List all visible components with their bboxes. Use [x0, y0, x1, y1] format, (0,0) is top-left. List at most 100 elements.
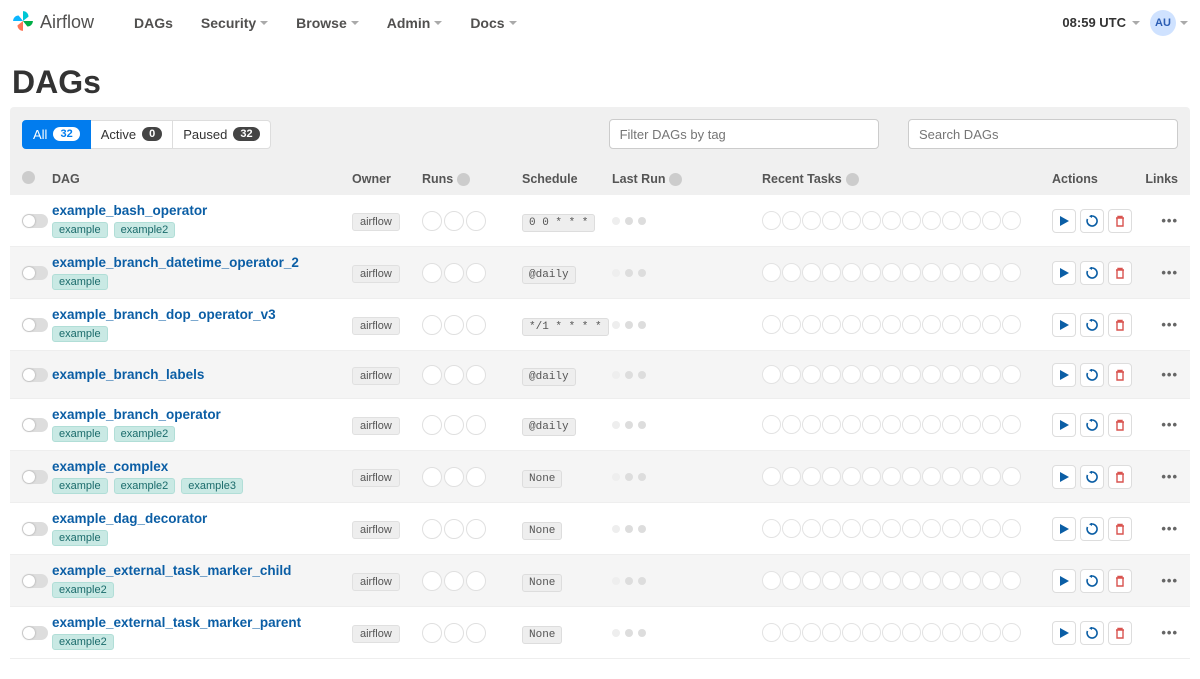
- pause-toggle[interactable]: [22, 318, 48, 332]
- col-last-run[interactable]: Last Run: [612, 172, 762, 186]
- dag-link[interactable]: example_branch_operator: [52, 407, 352, 422]
- schedule-badge[interactable]: @daily: [522, 368, 576, 386]
- trigger-button[interactable]: [1052, 621, 1076, 645]
- dag-tag[interactable]: example3: [181, 478, 243, 494]
- refresh-button[interactable]: [1080, 517, 1104, 541]
- search-input[interactable]: [908, 119, 1178, 149]
- owner-badge[interactable]: airflow: [352, 521, 400, 539]
- schedule-badge[interactable]: @daily: [522, 418, 576, 436]
- trigger-button[interactable]: [1052, 363, 1076, 387]
- dag-link[interactable]: example_dag_decorator: [52, 511, 352, 526]
- delete-button[interactable]: [1108, 621, 1132, 645]
- pause-toggle[interactable]: [22, 418, 48, 432]
- links-menu-icon[interactable]: •••: [1161, 625, 1178, 640]
- col-dag[interactable]: DAG: [52, 172, 352, 186]
- clock[interactable]: 08:59 UTC: [1062, 15, 1140, 30]
- links-menu-icon[interactable]: •••: [1161, 317, 1178, 332]
- dag-tag[interactable]: example: [52, 478, 108, 494]
- delete-button[interactable]: [1108, 517, 1132, 541]
- links-menu-icon[interactable]: •••: [1161, 469, 1178, 484]
- trigger-button[interactable]: [1052, 413, 1076, 437]
- refresh-button[interactable]: [1080, 261, 1104, 285]
- owner-badge[interactable]: airflow: [352, 469, 400, 487]
- delete-button[interactable]: [1108, 465, 1132, 489]
- dag-tag[interactable]: example: [52, 222, 108, 238]
- refresh-button[interactable]: [1080, 569, 1104, 593]
- delete-button[interactable]: [1108, 313, 1132, 337]
- pause-toggle[interactable]: [22, 626, 48, 640]
- dag-tag[interactable]: example2: [114, 478, 176, 494]
- dag-tag[interactable]: example: [52, 326, 108, 342]
- dag-link[interactable]: example_bash_operator: [52, 203, 352, 218]
- owner-badge[interactable]: airflow: [352, 213, 400, 231]
- status-tab-all[interactable]: All32: [22, 120, 91, 149]
- dag-tag[interactable]: example2: [114, 426, 176, 442]
- delete-button[interactable]: [1108, 363, 1132, 387]
- pause-toggle[interactable]: [22, 470, 48, 484]
- refresh-button[interactable]: [1080, 209, 1104, 233]
- dag-tag[interactable]: example2: [52, 582, 114, 598]
- pause-toggle[interactable]: [22, 574, 48, 588]
- nav-item-docs[interactable]: Docs: [456, 3, 530, 43]
- owner-badge[interactable]: airflow: [352, 625, 400, 643]
- refresh-button[interactable]: [1080, 621, 1104, 645]
- trigger-button[interactable]: [1052, 465, 1076, 489]
- delete-button[interactable]: [1108, 209, 1132, 233]
- owner-badge[interactable]: airflow: [352, 417, 400, 435]
- pause-toggle[interactable]: [22, 522, 48, 536]
- tag-filter-input[interactable]: [609, 119, 879, 149]
- nav-item-security[interactable]: Security: [187, 3, 282, 43]
- dag-link[interactable]: example_branch_dop_operator_v3: [52, 307, 352, 322]
- schedule-badge[interactable]: */1 * * * *: [522, 318, 609, 336]
- links-menu-icon[interactable]: •••: [1161, 213, 1178, 228]
- schedule-badge[interactable]: None: [522, 574, 562, 592]
- col-owner[interactable]: Owner: [352, 172, 422, 186]
- refresh-button[interactable]: [1080, 363, 1104, 387]
- dag-tag[interactable]: example: [52, 274, 108, 290]
- schedule-badge[interactable]: 0 0 * * *: [522, 214, 595, 232]
- nav-item-browse[interactable]: Browse: [282, 3, 373, 43]
- refresh-button[interactable]: [1080, 413, 1104, 437]
- owner-badge[interactable]: airflow: [352, 317, 400, 335]
- pause-toggle[interactable]: [22, 266, 48, 280]
- schedule-badge[interactable]: None: [522, 470, 562, 488]
- delete-button[interactable]: [1108, 413, 1132, 437]
- brand-logo[interactable]: Airflow: [12, 10, 94, 35]
- status-tab-active[interactable]: Active0: [91, 120, 174, 149]
- pause-toggle[interactable]: [22, 368, 48, 382]
- dag-link[interactable]: example_branch_labels: [52, 367, 352, 382]
- dag-tag[interactable]: example: [52, 530, 108, 546]
- status-tab-paused[interactable]: Paused32: [173, 120, 270, 149]
- refresh-button[interactable]: [1080, 313, 1104, 337]
- dag-link[interactable]: example_complex: [52, 459, 352, 474]
- col-schedule[interactable]: Schedule: [522, 172, 612, 186]
- links-menu-icon[interactable]: •••: [1161, 521, 1178, 536]
- schedule-badge[interactable]: None: [522, 522, 562, 540]
- delete-button[interactable]: [1108, 569, 1132, 593]
- dag-tag[interactable]: example2: [114, 222, 176, 238]
- trigger-button[interactable]: [1052, 209, 1076, 233]
- links-menu-icon[interactable]: •••: [1161, 573, 1178, 588]
- trigger-button[interactable]: [1052, 261, 1076, 285]
- pause-toggle[interactable]: [22, 214, 48, 228]
- trigger-button[interactable]: [1052, 517, 1076, 541]
- links-menu-icon[interactable]: •••: [1161, 417, 1178, 432]
- schedule-badge[interactable]: @daily: [522, 266, 576, 284]
- dag-link[interactable]: example_external_task_marker_child: [52, 563, 352, 578]
- refresh-button[interactable]: [1080, 465, 1104, 489]
- nav-item-admin[interactable]: Admin: [373, 3, 457, 43]
- delete-button[interactable]: [1108, 261, 1132, 285]
- user-menu[interactable]: AU: [1150, 10, 1188, 36]
- col-runs[interactable]: Runs: [422, 172, 522, 186]
- dag-link[interactable]: example_branch_datetime_operator_2: [52, 255, 352, 270]
- nav-item-dags[interactable]: DAGs: [120, 3, 187, 43]
- links-menu-icon[interactable]: •••: [1161, 265, 1178, 280]
- trigger-button[interactable]: [1052, 313, 1076, 337]
- dag-link[interactable]: example_external_task_marker_parent: [52, 615, 352, 630]
- trigger-button[interactable]: [1052, 569, 1076, 593]
- owner-badge[interactable]: airflow: [352, 367, 400, 385]
- owner-badge[interactable]: airflow: [352, 573, 400, 591]
- dag-tag[interactable]: example: [52, 426, 108, 442]
- schedule-badge[interactable]: None: [522, 626, 562, 644]
- dag-tag[interactable]: example2: [52, 634, 114, 650]
